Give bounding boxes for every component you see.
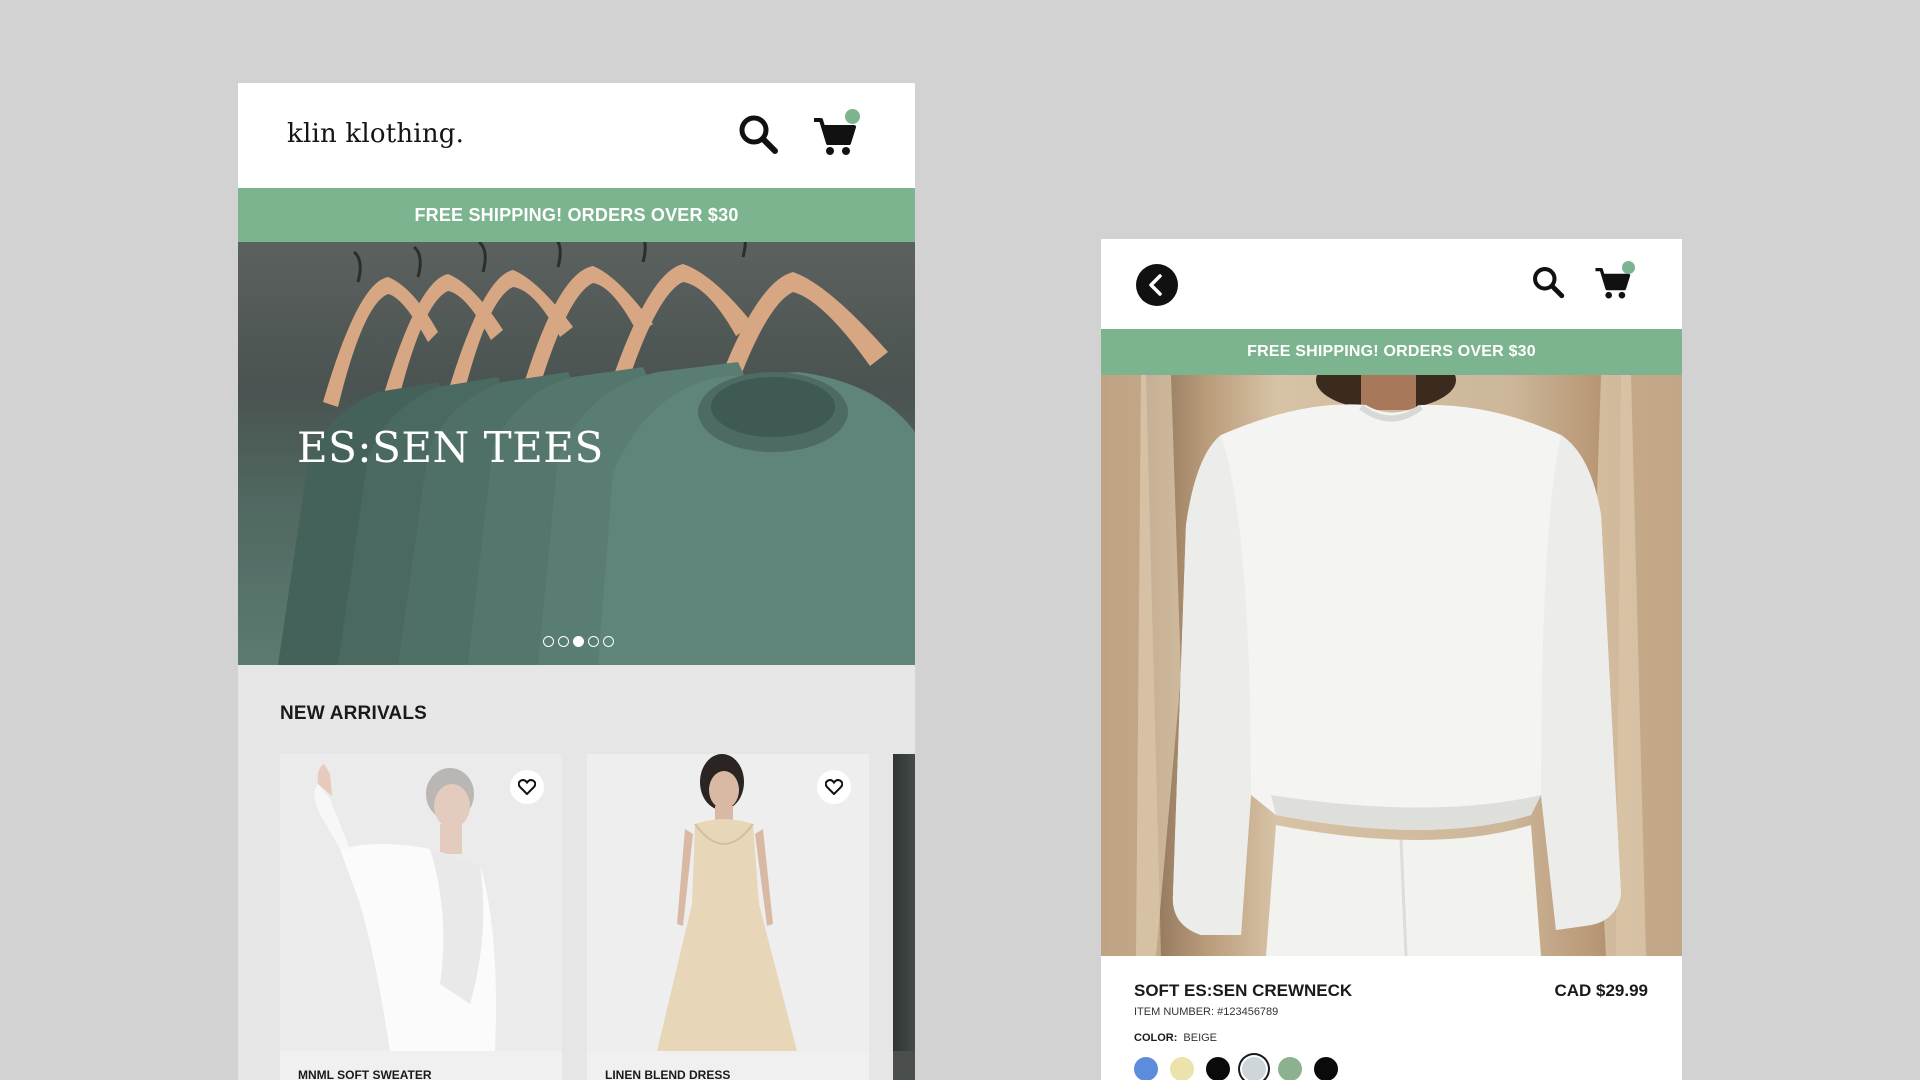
section-title: NEW ARRIVALS	[280, 703, 428, 724]
hero-title: ES:SEN TEES	[297, 423, 604, 472]
item-number: ITEM NUMBER: #123456789	[1134, 1006, 1279, 1018]
favorite-button[interactable]	[510, 770, 544, 804]
carousel-dot-active[interactable]	[573, 636, 584, 647]
product-card[interactable]: LINEN BLEND DRESS	[587, 754, 869, 1080]
shipping-banner: FREE SHIPPING! ORDERS OVER $30	[238, 188, 915, 242]
color-swatch[interactable]	[1206, 1057, 1230, 1080]
brand-logo[interactable]: klin klothing.	[287, 119, 464, 149]
product-card-partial[interactable]	[893, 754, 915, 1080]
heart-icon	[518, 779, 536, 795]
back-arrow-icon[interactable]	[1136, 264, 1178, 306]
color-swatch[interactable]	[1170, 1057, 1194, 1080]
color-swatch[interactable]	[1314, 1057, 1338, 1080]
product-title: SOFT ES:SEN CREWNECK	[1134, 981, 1353, 1000]
cart-badge	[1622, 261, 1635, 274]
hero-carousel[interactable]: ES:SEN TEES	[238, 242, 915, 665]
carousel-dot[interactable]	[588, 636, 599, 647]
search-icon[interactable]	[1531, 265, 1565, 299]
carousel-dot[interactable]	[558, 636, 569, 647]
header: klin klothing.	[238, 83, 915, 188]
product-name[interactable]: LINEN BLEND DRESS	[605, 1068, 730, 1080]
favorite-button[interactable]	[817, 770, 851, 804]
product-detail-screen: FREE SHIPPING! ORDERS OVER $30 SOFT ES:S…	[1101, 239, 1682, 1080]
carousel-dot[interactable]	[543, 636, 554, 647]
search-icon[interactable]	[737, 113, 779, 155]
color-selection-label: COLOR: BEIGE	[1134, 1032, 1217, 1044]
product-image	[1101, 375, 1682, 956]
color-swatch[interactable]	[1278, 1057, 1302, 1080]
cart-badge	[845, 109, 860, 124]
carousel-dot[interactable]	[603, 636, 614, 647]
home-screen: klin klothing. FREE SHIPPING! ORDERS OVE…	[238, 83, 915, 1080]
shipping-banner: FREE SHIPPING! ORDERS OVER $30	[1101, 329, 1682, 375]
carousel-indicator[interactable]	[543, 636, 614, 647]
color-value: BEIGE	[1183, 1032, 1218, 1044]
color-swatch[interactable]	[1242, 1057, 1266, 1080]
product-image	[893, 754, 915, 1051]
product-gallery[interactable]	[1101, 375, 1682, 956]
color-swatch[interactable]	[1134, 1057, 1158, 1080]
product-name[interactable]: MNML SOFT SWEATER	[298, 1068, 432, 1080]
heart-icon	[825, 779, 843, 795]
product-price: CAD $29.99	[1554, 981, 1648, 1000]
product-card[interactable]: MNML SOFT SWEATER	[280, 754, 562, 1080]
color-label: COLOR:	[1134, 1032, 1178, 1044]
